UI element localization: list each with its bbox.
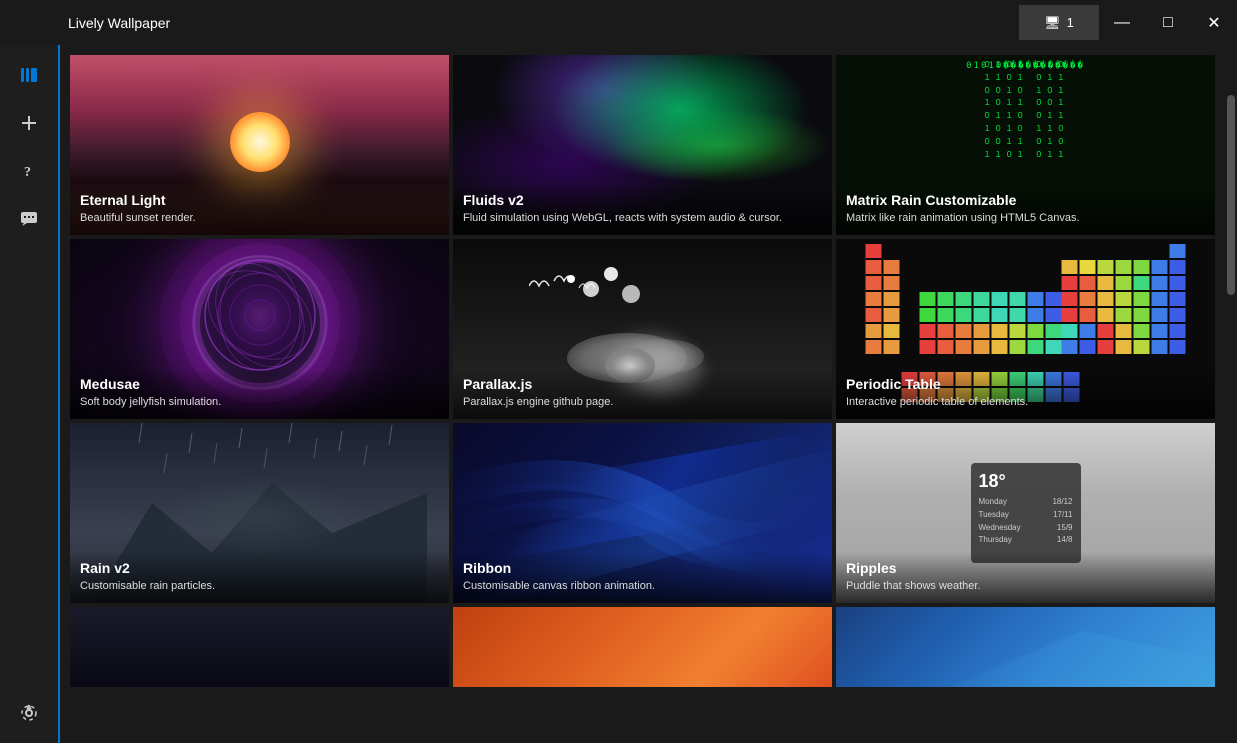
sidebar-item-settings[interactable] <box>9 693 49 733</box>
card-info-medusae: Medusae Soft body jellyfish simulation. <box>70 368 449 419</box>
wallpaper-card-ripples[interactable]: 18° Monday18/12 Tuesday17/11 Wednesday15… <box>836 423 1215 603</box>
weather-temperature: 18° <box>979 471 1073 492</box>
scrollbar-thumb[interactable] <box>1227 95 1235 295</box>
minimize-button[interactable]: — <box>1099 5 1145 40</box>
thumbnail-partial-left <box>70 607 449 687</box>
main-content[interactable]: Eternal Light Beautiful sunset render. F… <box>60 45 1225 743</box>
thumbnail-partial-blue <box>836 607 1215 687</box>
card-desc-fluids-v2: Fluid simulation using WebGL, reacts wit… <box>463 211 822 225</box>
chat-icon <box>19 209 39 229</box>
weather-details: Monday18/12 Tuesday17/11 Wednesday15/9 T… <box>979 496 1073 547</box>
app-body: ? Ete <box>0 45 1237 743</box>
card-desc-eternal-light: Beautiful sunset render. <box>80 211 439 225</box>
window-controls: 🖥 1 — □ ✕ <box>1019 5 1237 40</box>
card-info-ripples: Ripples Puddle that shows weather. <box>836 552 1215 603</box>
wallpaper-grid: Eternal Light Beautiful sunset render. F… <box>70 55 1215 687</box>
card-title-parallax: Parallax.js <box>463 376 822 392</box>
wallpaper-card-rain-v2[interactable]: Rain v2 Customisable rain particles. <box>70 423 449 603</box>
card-title-periodic-table: Periodic Table <box>846 376 1205 392</box>
help-icon: ? <box>19 161 39 181</box>
monitor-icon: 🖥 <box>1044 15 1061 31</box>
settings-icon <box>19 703 39 723</box>
card-info-ribbon: Ribbon Customisable canvas ribbon animat… <box>453 552 832 603</box>
card-desc-rain-v2: Customisable rain particles. <box>80 579 439 593</box>
scrollbar[interactable] <box>1225 45 1237 743</box>
sidebar-item-add[interactable] <box>9 103 49 143</box>
card-info-rain-v2: Rain v2 Customisable rain particles. <box>70 552 449 603</box>
weather-row-2: Tuesday17/11 <box>979 509 1073 522</box>
weather-widget: 18° Monday18/12 Tuesday17/11 Wednesday15… <box>971 463 1081 563</box>
sidebar: ? <box>0 45 60 743</box>
titlebar: Lively Wallpaper 🖥 1 — □ ✕ <box>0 0 1237 45</box>
sidebar-item-library[interactable] <box>9 55 49 95</box>
wallpaper-card-ribbon[interactable]: Ribbon Customisable canvas ribbon animat… <box>453 423 832 603</box>
card-desc-ribbon: Customisable canvas ribbon animation. <box>463 579 822 593</box>
wallpaper-card-partial-orange[interactable] <box>453 607 832 687</box>
wallpaper-card-medusae[interactable]: Medusae Soft body jellyfish simulation. <box>70 239 449 419</box>
wallpaper-card-partial-blue[interactable] <box>836 607 1215 687</box>
card-info-periodic-table: Periodic Table Interactive periodic tabl… <box>836 368 1215 419</box>
card-desc-matrix-rain: Matrix like rain animation using HTML5 C… <box>846 211 1205 225</box>
card-title-fluids-v2: Fluids v2 <box>463 192 822 208</box>
add-icon <box>19 113 39 133</box>
monitor-count: 1 <box>1067 15 1074 30</box>
wallpaper-card-fluids-v2[interactable]: Fluids v2 Fluid simulation using WebGL, … <box>453 55 832 235</box>
card-desc-ripples: Puddle that shows weather. <box>846 579 1205 593</box>
card-title-ribbon: Ribbon <box>463 560 822 576</box>
medusae-visual <box>190 245 330 385</box>
library-icon <box>19 65 39 85</box>
weather-row-1: Monday18/12 <box>979 496 1073 509</box>
card-desc-parallax: Parallax.js engine github page. <box>463 395 822 409</box>
card-title-medusae: Medusae <box>80 376 439 392</box>
wallpaper-card-matrix-rain[interactable]: ０１０１ ０１０ １１０１ ０１１ ００１０ １０１ １０１１ ００１ ０１１０… <box>836 55 1215 235</box>
card-title-rain-v2: Rain v2 <box>80 560 439 576</box>
maximize-button[interactable]: □ <box>1145 5 1191 40</box>
thumbnail-partial-orange <box>453 607 832 687</box>
card-title-matrix-rain: Matrix Rain Customizable <box>846 192 1205 208</box>
wallpaper-card-periodic-table[interactable]: Periodic Table Interactive periodic tabl… <box>836 239 1215 419</box>
weather-row-4: Thursday14/8 <box>979 534 1073 547</box>
card-info-parallax: Parallax.js Parallax.js engine github pa… <box>453 368 832 419</box>
wallpaper-card-partial-left[interactable] <box>70 607 449 687</box>
sidebar-item-chat[interactable] <box>9 199 49 239</box>
weather-row-3: Wednesday15/9 <box>979 522 1073 535</box>
card-info-matrix-rain: Matrix Rain Customizable Matrix like rai… <box>836 184 1215 235</box>
wallpaper-card-eternal-light[interactable]: Eternal Light Beautiful sunset render. <box>70 55 449 235</box>
parallax-birds <box>529 266 609 306</box>
card-desc-medusae: Soft body jellyfish simulation. <box>80 395 439 409</box>
card-title-ripples: Ripples <box>846 560 1205 576</box>
sidebar-item-help[interactable]: ? <box>9 151 49 191</box>
card-info-fluids-v2: Fluids v2 Fluid simulation using WebGL, … <box>453 184 832 235</box>
app-title: Lively Wallpaper <box>68 15 170 31</box>
card-info-eternal-light: Eternal Light Beautiful sunset render. <box>70 184 449 235</box>
card-desc-periodic-table: Interactive periodic table of elements. <box>846 395 1205 409</box>
close-button[interactable]: ✕ <box>1191 5 1237 40</box>
svg-text:?: ? <box>24 165 31 180</box>
card-title-eternal-light: Eternal Light <box>80 192 439 208</box>
monitor-button[interactable]: 🖥 1 <box>1019 5 1099 40</box>
wallpaper-card-parallax[interactable]: Parallax.js Parallax.js engine github pa… <box>453 239 832 419</box>
